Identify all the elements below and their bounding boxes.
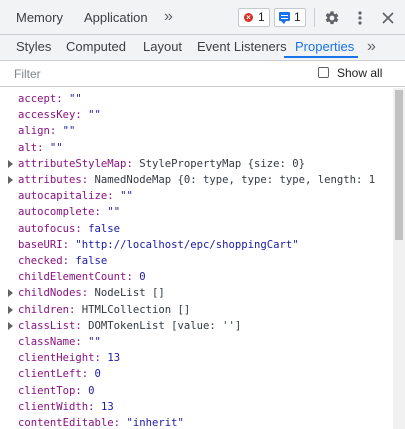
property-key: alt: "": [18, 141, 63, 154]
property-value: "": [107, 206, 121, 219]
tab-styles[interactable]: Styles: [16, 35, 51, 60]
property-value: "": [88, 109, 101, 122]
errors-count: 1: [258, 10, 265, 24]
expand-arrow-icon[interactable]: [8, 289, 13, 298]
tab-computed[interactable]: Computed: [66, 35, 126, 60]
property-key: baseURI: "http://localhost/epc/shoppingC…: [18, 238, 299, 251]
property-value: "": [49, 141, 63, 154]
property-key: attributeStyleMap: StylePropertyMap {siz…: [18, 157, 306, 170]
property-value: "": [120, 190, 133, 203]
property-key: children: HTMLCollection []: [18, 303, 191, 316]
tab-memory[interactable]: Memory: [16, 0, 63, 34]
tab-application[interactable]: Application: [84, 0, 148, 34]
property-value: "": [69, 93, 82, 105]
property-value: StylePropertyMap {size: 0}: [139, 157, 306, 170]
filter-bar: Show all: [0, 61, 405, 87]
property-value: false: [75, 255, 108, 267]
show-all-checkbox[interactable]: [318, 67, 329, 78]
property-key: className: "": [18, 336, 101, 348]
property-key: childNodes: NodeList []: [18, 287, 165, 300]
tab-layout[interactable]: Layout: [143, 35, 182, 60]
show-all-label[interactable]: Show all: [337, 66, 382, 80]
property-value: "": [88, 336, 101, 348]
tab-event-listeners[interactable]: Event Listeners: [197, 35, 287, 60]
property-key: clientLeft: 0: [18, 368, 101, 381]
toolbar-divider: [314, 8, 315, 27]
panel-tabbar: Memory Application » × 1 1: [0, 0, 405, 35]
property-value: HTMLCollection []: [81, 303, 191, 316]
property-key: clientTop: 0: [18, 384, 95, 397]
scrollbar-thumb[interactable]: [395, 90, 403, 240]
property-value: DOMTokenList [value: '']: [88, 319, 242, 332]
kebab-icon[interactable]: [356, 10, 364, 26]
property-key: attributes: NamedNodeMap {0: type, type:…: [18, 174, 376, 186]
property-value: "http://localhost/epc/shoppingCart": [75, 238, 299, 251]
property-value: "inherit": [126, 417, 184, 429]
property-value: 0: [88, 384, 95, 397]
expand-arrow-icon[interactable]: [8, 176, 13, 184]
expand-arrow-icon[interactable]: [8, 305, 13, 314]
property-key: childElementCount: 0: [18, 271, 146, 284]
message-icon: [279, 12, 290, 24]
error-icon: ×: [244, 13, 253, 22]
filter-input[interactable]: [14, 65, 294, 82]
errors-badge[interactable]: × 1: [238, 8, 270, 27]
property-value: false: [88, 222, 121, 235]
messages-badge[interactable]: 1: [274, 8, 306, 27]
property-value: 0: [139, 271, 146, 284]
property-key: autocapitalize: "": [18, 190, 133, 203]
property-value: 13: [100, 400, 114, 413]
property-key: accessKey: "": [18, 109, 101, 122]
property-key: autofocus: false: [18, 222, 121, 235]
expand-arrow-icon[interactable]: [8, 321, 13, 330]
property-key: classList: DOMTokenList [value: '']: [18, 319, 242, 332]
active-tab-indicator: [284, 56, 358, 58]
messages-count: 1: [294, 10, 301, 24]
property-key: clientHeight: 13: [18, 352, 121, 365]
property-value: 0: [94, 368, 101, 381]
property-key: checked: false: [18, 255, 108, 267]
property-key: align: "": [18, 125, 76, 138]
close-icon[interactable]: [381, 11, 395, 25]
expand-arrow-icon[interactable]: [8, 159, 13, 168]
gear-icon[interactable]: [324, 10, 340, 26]
property-key: contentEditable: "inherit": [18, 417, 184, 429]
property-key: clientWidth: 13: [18, 400, 114, 413]
property-value: "": [62, 125, 76, 138]
properties-list: accept: "" accessKey: "" align: "" alt: "" a…: [0, 88, 392, 429]
property-value: 13: [107, 352, 121, 365]
property-key: autocomplete: "": [18, 206, 121, 219]
property-value: NodeList []: [94, 287, 165, 300]
property-key: accept: "": [18, 93, 82, 105]
more-tabs-icon[interactable]: »: [367, 30, 376, 64]
more-panels-icon[interactable]: »: [164, 0, 173, 34]
property-value: NamedNodeMap {0: type, type: type, lengt…: [94, 174, 376, 186]
